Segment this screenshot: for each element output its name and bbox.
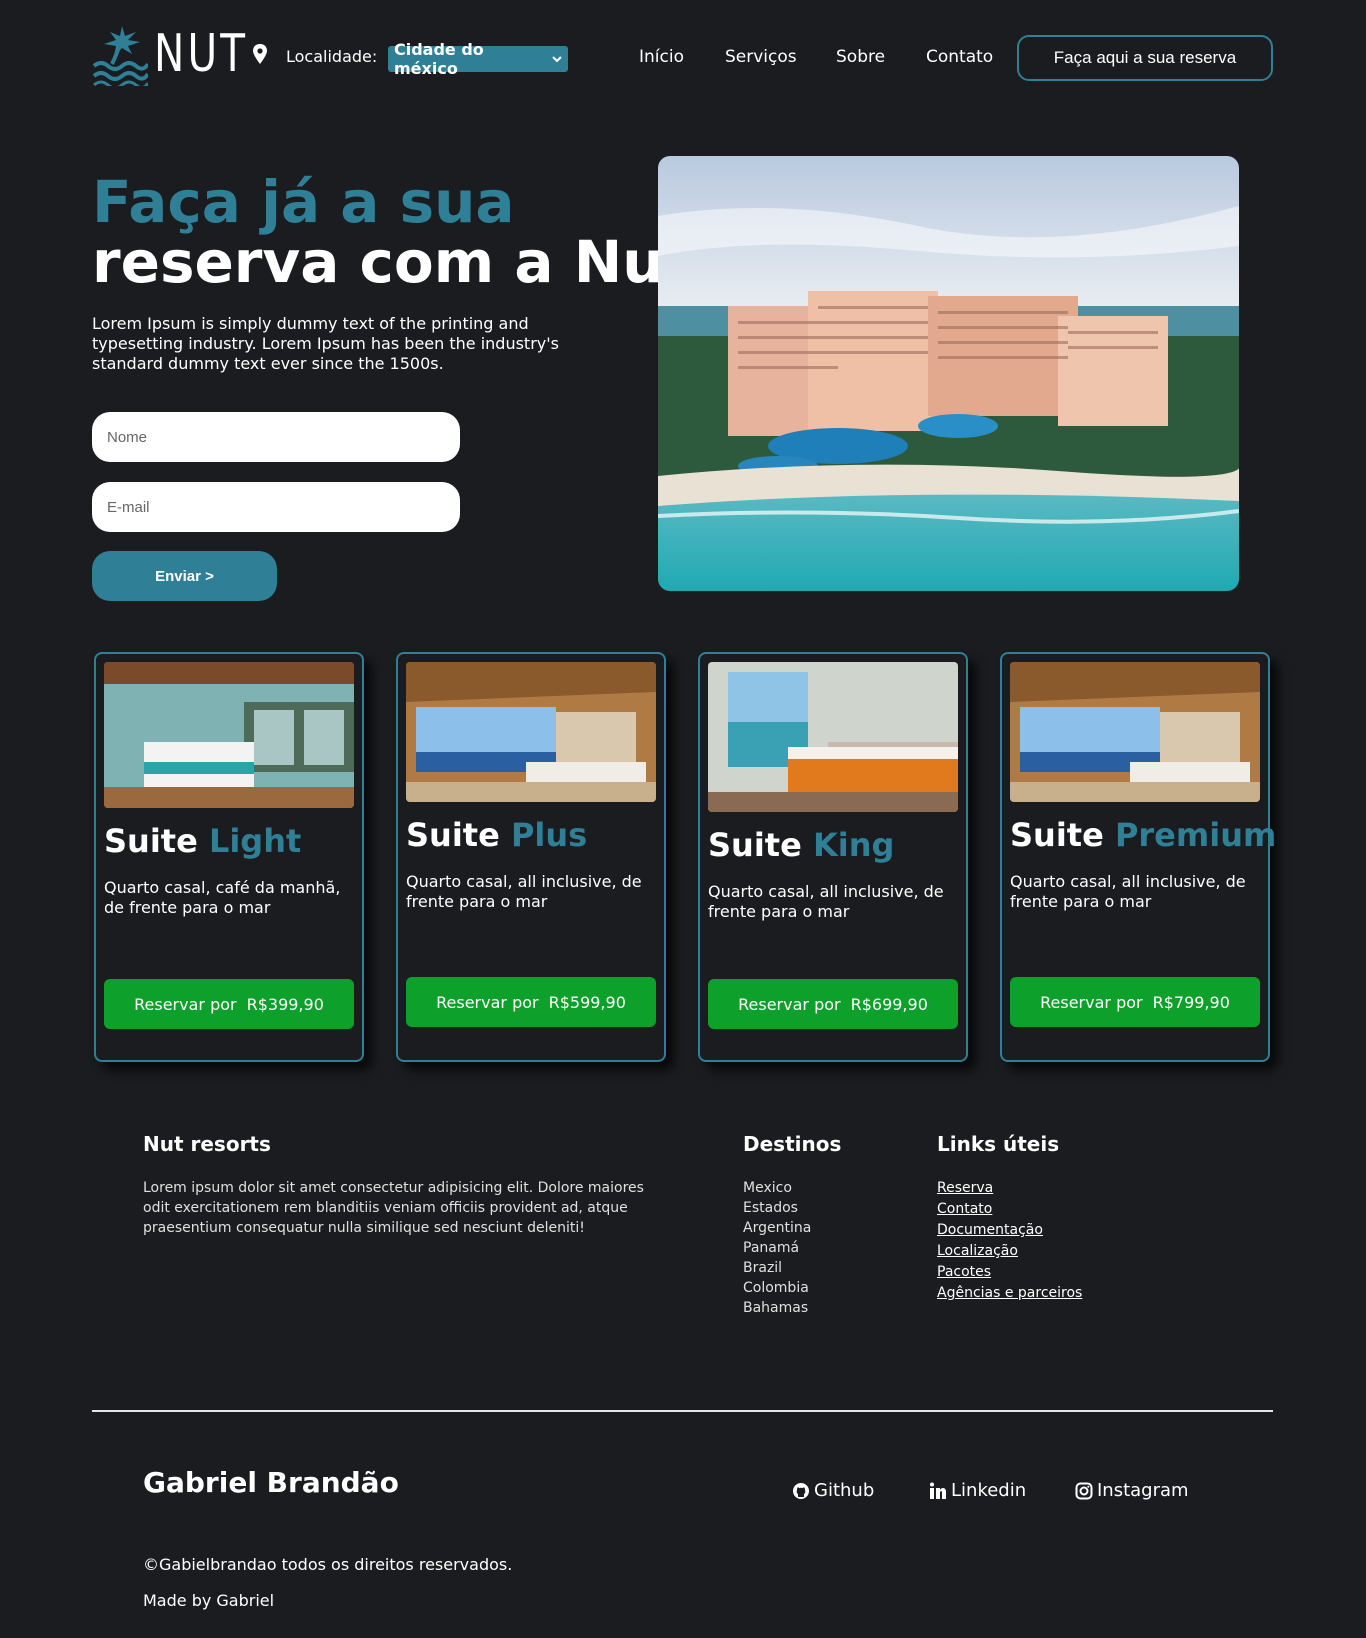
hero-description: Lorem Ipsum is simply dummy text of the … [92, 314, 559, 373]
destinations-title: Destinos [743, 1132, 842, 1156]
location-selected-value: Cidade do méxico [394, 40, 484, 78]
about-text: Lorem ipsum dolor sit amet consectetur a… [143, 1180, 644, 1236]
suite-premium-title-word2: Premium [1114, 816, 1277, 854]
linkedin-link[interactable]: Linkedin [929, 1480, 1026, 1501]
link-documentacao[interactable]: Documentação [937, 1222, 1043, 1238]
instagram-label: Instagram [1097, 1480, 1189, 1501]
instagram-icon [1075, 1482, 1093, 1499]
suite-light-title-word2: Light [208, 822, 302, 860]
reserve-premium-button[interactable]: Reservar por R$799,90 [1010, 977, 1260, 1027]
chevron-down-icon [552, 56, 562, 63]
submit-button[interactable]: Enviar > [92, 551, 277, 601]
link-pacotes[interactable]: Pacotes [937, 1264, 991, 1280]
reserve-king-label: Reservar por [738, 994, 841, 1014]
suite-card-light: Suite Light Quarto casal, café da manhã,… [94, 652, 364, 1062]
links-title: Links úteis [937, 1132, 1060, 1156]
copyright: ©Gabielbrandao todos os direitos reserva… [143, 1555, 513, 1574]
reserve-light-button[interactable]: Reservar por R$399,90 [104, 979, 354, 1029]
logo-text: NUT [154, 24, 249, 84]
suite-king-title-word1: Suite [708, 826, 802, 864]
suite-light-title-word1: Suite [104, 822, 198, 860]
suite-card-premium: Suite Premium Quarto casal, all inclusiv… [1000, 652, 1276, 1062]
suite-premium-title: Suite Premium [1010, 816, 1276, 854]
location-label: Localidade: [286, 47, 378, 66]
suite-plus-title: Suite Plus [406, 816, 587, 854]
reserve-premium-price: R$799,90 [1152, 992, 1230, 1012]
nav-contato[interactable]: Contato [926, 47, 993, 67]
suite-premium-image [1010, 662, 1260, 802]
author-name: Gabriel Brandão [143, 1466, 399, 1499]
destination-item: Argentina [743, 1220, 812, 1236]
github-link[interactable]: Github [792, 1480, 874, 1501]
reserve-light-label: Reservar por [134, 994, 237, 1014]
suite-plus-title-word2: Plus [510, 816, 588, 854]
instagram-link[interactable]: Instagram [1075, 1480, 1189, 1501]
hero-title-line2: reserva com a Nut [92, 228, 692, 296]
suite-card-king: Suite King Quarto casal, all inclusive, … [698, 652, 968, 1062]
link-reserva[interactable]: Reserva [937, 1180, 993, 1196]
location-select[interactable]: Cidade do méxico [388, 40, 568, 78]
destination-item: Colombia [743, 1280, 809, 1296]
hero-title: Faça já a sua reserva com a Nut [92, 172, 691, 292]
link-agencias[interactable]: Agências e parceiros [937, 1285, 1082, 1301]
suite-light-title: Suite Light [104, 822, 301, 860]
suite-plus-description: Quarto casal, all inclusive, de frente p… [406, 872, 642, 911]
suite-premium-title-word1: Suite [1010, 816, 1104, 854]
hero-title-line1: Faça já a sua [92, 168, 515, 236]
reserve-king-price: R$699,90 [850, 994, 928, 1014]
github-label: Github [814, 1480, 875, 1501]
destination-item: Brazil [743, 1260, 783, 1276]
suite-plus-image [406, 662, 656, 802]
nav-sobre[interactable]: Sobre [836, 47, 885, 67]
destinations-list: Mexico Estados Argentina Panamá Brazil C… [743, 1178, 811, 1318]
reserve-plus-button[interactable]: Reservar por R$599,90 [406, 977, 656, 1027]
logo[interactable]: NUT [92, 22, 275, 86]
suite-king-description: Quarto casal, all inclusive, de frente p… [708, 882, 944, 921]
reserve-light-price: R$399,90 [246, 994, 324, 1014]
suite-premium-description: Quarto casal, all inclusive, de frente p… [1010, 872, 1246, 911]
site-header: NUT Localidade: Cidade do méxico Início … [0, 0, 1366, 118]
destination-item: Bahamas [743, 1300, 809, 1316]
suite-plus-title-word1: Suite [406, 816, 500, 854]
link-localizacao[interactable]: Localização [937, 1243, 1018, 1259]
name-input[interactable] [92, 412, 460, 462]
destination-item: Mexico [743, 1180, 792, 1196]
location-pin-icon [253, 44, 267, 64]
reserve-plus-price: R$599,90 [548, 992, 626, 1012]
nav-servicos[interactable]: Serviços [725, 47, 797, 67]
reserve-king-button[interactable]: Reservar por R$699,90 [708, 979, 958, 1029]
suite-king-title: Suite King [708, 826, 894, 864]
palm-waves-logo-icon [92, 26, 148, 86]
destination-item: Panamá [743, 1240, 800, 1256]
footer-divider [92, 1410, 1273, 1412]
suite-king-title-word2: King [812, 826, 895, 864]
suite-card-plus: Suite Plus Quarto casal, all inclusive, … [396, 652, 666, 1062]
suite-king-image [708, 662, 958, 812]
email-input[interactable] [92, 482, 460, 532]
resort-aerial-image [658, 156, 1239, 591]
github-icon [793, 1482, 809, 1499]
suite-light-description: Quarto casal, café da manhã, de frente p… [104, 878, 341, 917]
about-title: Nut resorts [143, 1132, 271, 1156]
linkedin-icon [930, 1482, 946, 1499]
destination-item: Estados [743, 1200, 798, 1216]
reserve-cta-button[interactable]: Faça aqui a sua reserva [1017, 35, 1273, 81]
suite-light-image [104, 662, 354, 808]
made-by: Made by Gabriel [143, 1591, 275, 1610]
reserve-plus-label: Reservar por [436, 992, 539, 1012]
useful-links-list: Reserva Contato Documentação Localização… [937, 1178, 1082, 1304]
nav-inicio[interactable]: Início [639, 47, 684, 67]
linkedin-label: Linkedin [951, 1480, 1027, 1501]
reserve-premium-label: Reservar por [1040, 992, 1143, 1012]
link-contato[interactable]: Contato [937, 1201, 992, 1217]
